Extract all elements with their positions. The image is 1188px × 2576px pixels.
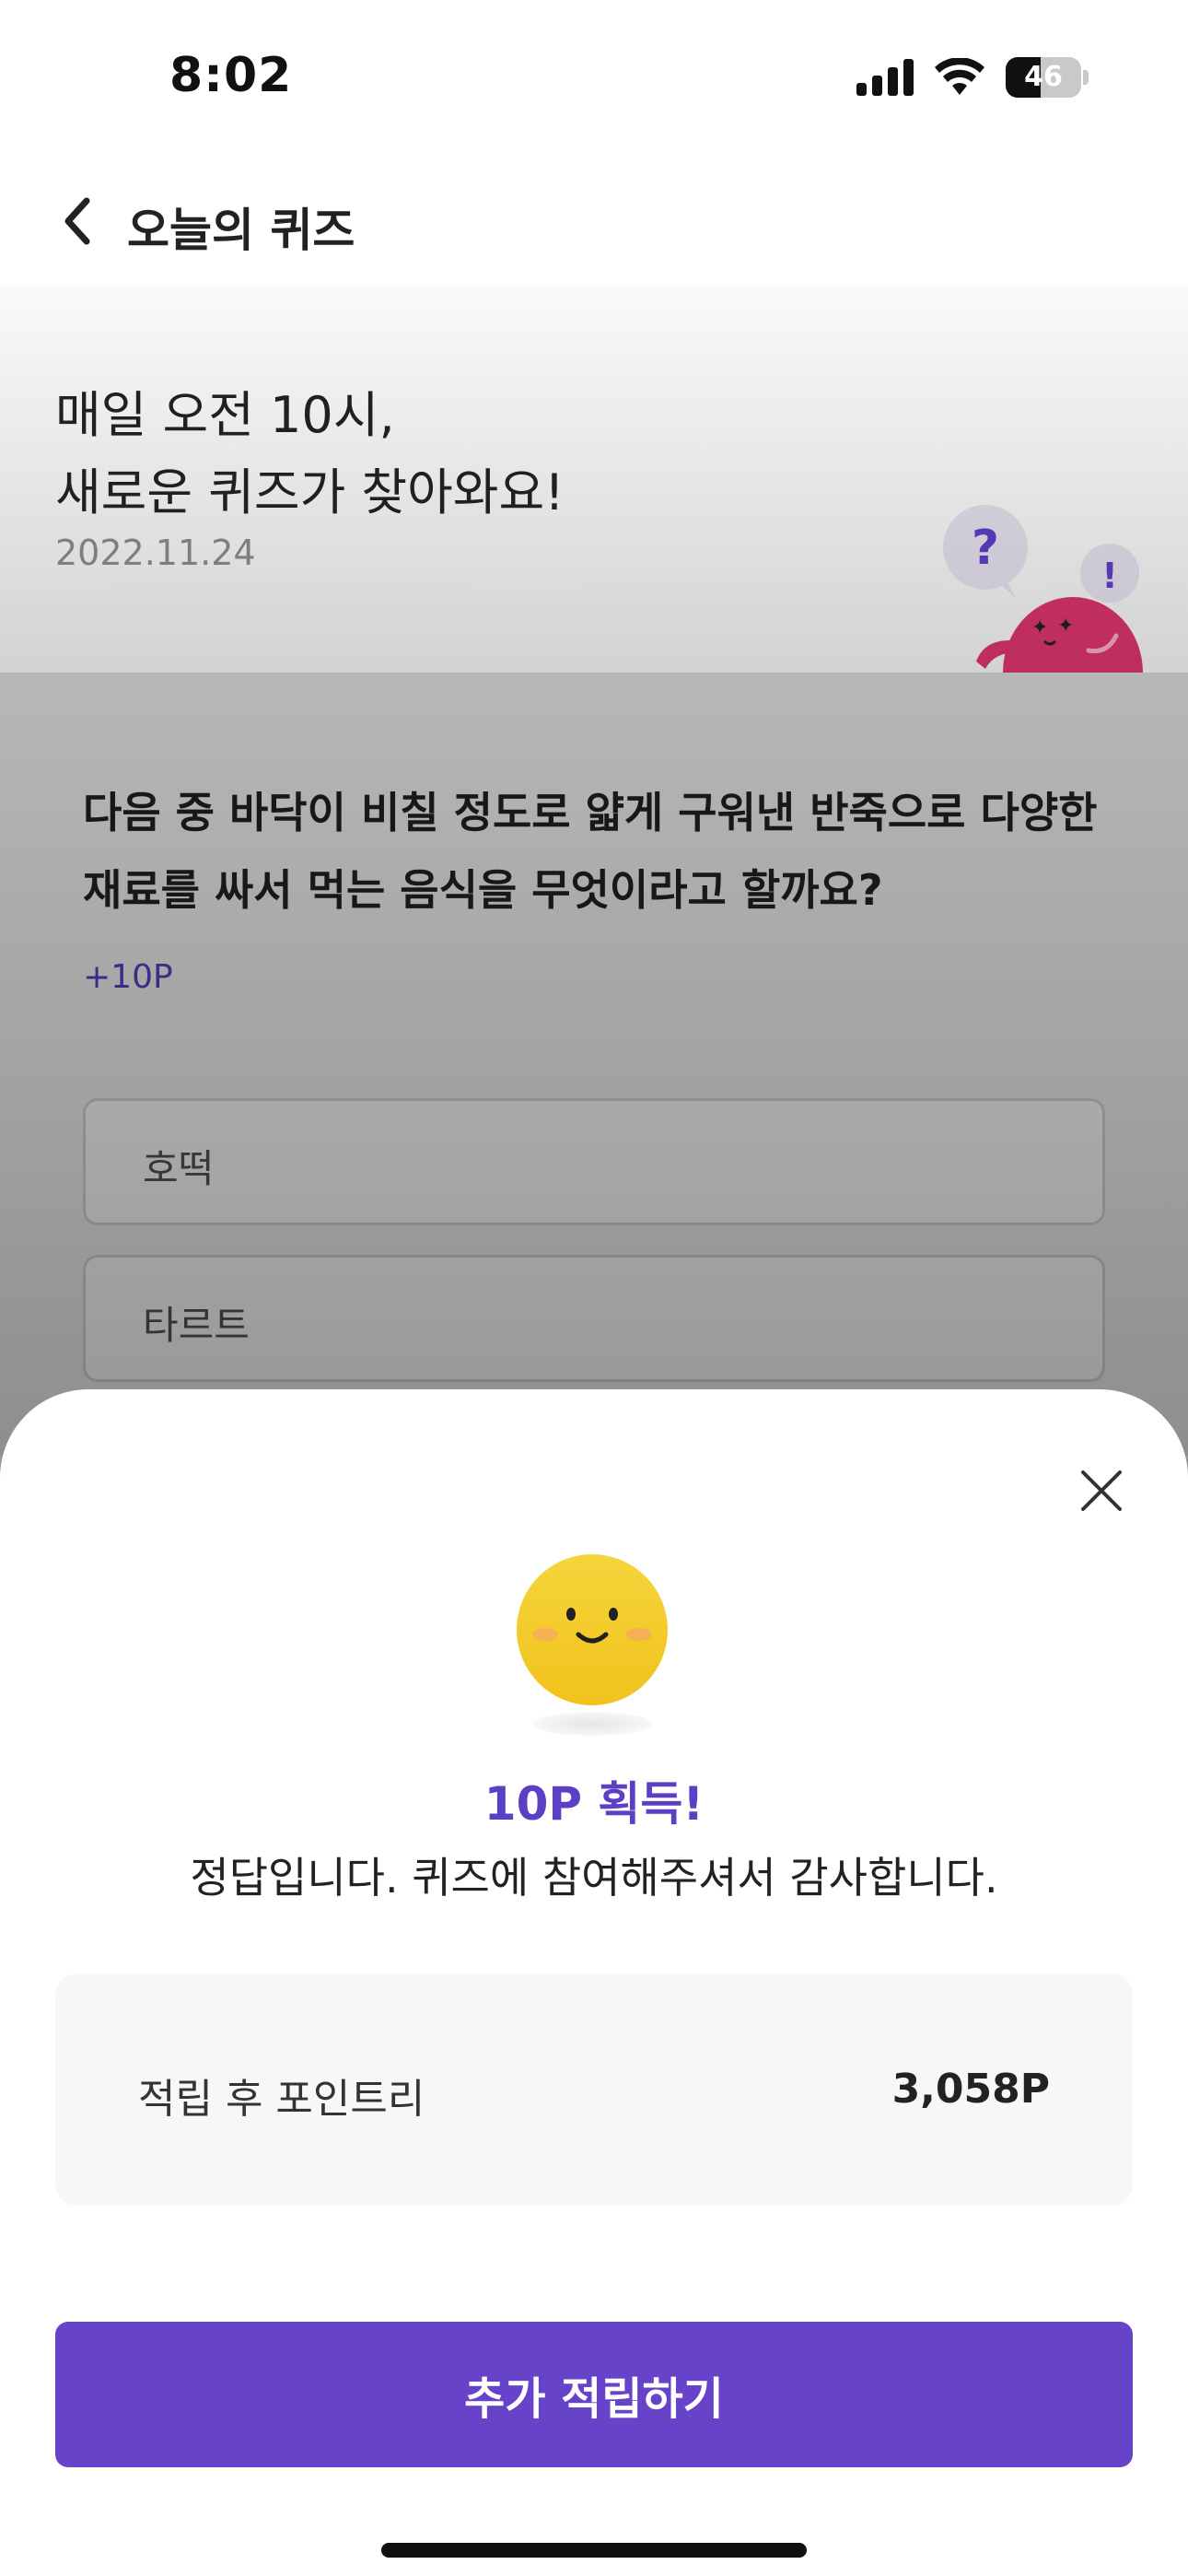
quiz-hero: 매일 오전 10시, 새로운 퀴즈가 찾아와요! 2022.11.24 ? ! … bbox=[0, 286, 1188, 673]
svg-text:✦: ✦ bbox=[1031, 616, 1048, 639]
quiz-result-screen: 8:02 46 오늘의 퀴즈 매일 오전 10시, 새로운 퀴즈가 찾아와요! … bbox=[0, 0, 1188, 2576]
point-balance-card: 적립 후 포인트리 3,058P bbox=[55, 1973, 1133, 2206]
status-icons: 46 bbox=[856, 57, 1089, 98]
mascot-illustration: ? ! ✦ ✦ bbox=[943, 505, 1143, 673]
answer-option-label: 타르트 bbox=[143, 1303, 250, 1348]
home-indicator bbox=[381, 2543, 807, 2558]
cellular-signal-icon bbox=[856, 59, 914, 96]
quiz-question: 다음 중 바닥이 비칠 정도로 얇게 구워낸 반죽으로 다양한 재료를 싸서 먹… bbox=[83, 788, 1098, 915]
answer-option-label: 호떡 bbox=[143, 1146, 215, 1191]
chevron-left-icon bbox=[64, 197, 90, 245]
answer-option-2[interactable]: 타르트 bbox=[83, 1255, 1105, 1382]
battery-icon: 46 bbox=[1006, 57, 1089, 98]
svg-text:!: ! bbox=[1101, 556, 1117, 596]
close-icon bbox=[1081, 1470, 1122, 1511]
quiz-content: 다음 중 바닥이 비칠 정도로 얇게 구워낸 반죽으로 다양한 재료를 싸서 먹… bbox=[0, 673, 1188, 1456]
emoji-shadow bbox=[532, 1712, 652, 1736]
nav-header: 오늘의 퀴즈 bbox=[0, 157, 1188, 286]
points-earned-title: 10P 획득! bbox=[483, 1777, 705, 1831]
status-bar: 8:02 46 bbox=[0, 0, 1188, 157]
back-button[interactable] bbox=[48, 192, 107, 251]
page-title: 오늘의 퀴즈 bbox=[127, 204, 355, 257]
quiz-reward: +10P bbox=[83, 958, 173, 996]
balance-label: 적립 후 포인트리 bbox=[138, 2076, 425, 2123]
answer-option-1[interactable]: 호떡 bbox=[83, 1098, 1105, 1225]
balance-value: 3,058P bbox=[891, 2066, 1050, 2113]
hero-line-2: 새로운 퀴즈가 찾아와요! bbox=[55, 463, 565, 521]
hero-line-1: 매일 오전 10시, bbox=[55, 386, 395, 444]
svg-text:?: ? bbox=[972, 521, 999, 576]
battery-percentage: 46 bbox=[1024, 61, 1063, 93]
svg-text:✦: ✦ bbox=[1057, 615, 1074, 638]
close-button[interactable] bbox=[1066, 1456, 1136, 1526]
result-bottom-sheet: 10P 획득! 정답입니다. 퀴즈에 참여해주셔서 감사합니다. 적립 후 포인… bbox=[0, 1389, 1188, 2576]
quiz-date: 2022.11.24 bbox=[55, 533, 256, 573]
smiley-face-icon bbox=[517, 1554, 668, 1705]
earn-more-button[interactable]: 추가 적립하기 bbox=[55, 2322, 1133, 2467]
status-time: 8:02 bbox=[169, 48, 293, 103]
result-message: 정답입니다. 퀴즈에 참여해주셔서 감사합니다. bbox=[190, 1853, 998, 1903]
wifi-icon bbox=[935, 58, 984, 95]
